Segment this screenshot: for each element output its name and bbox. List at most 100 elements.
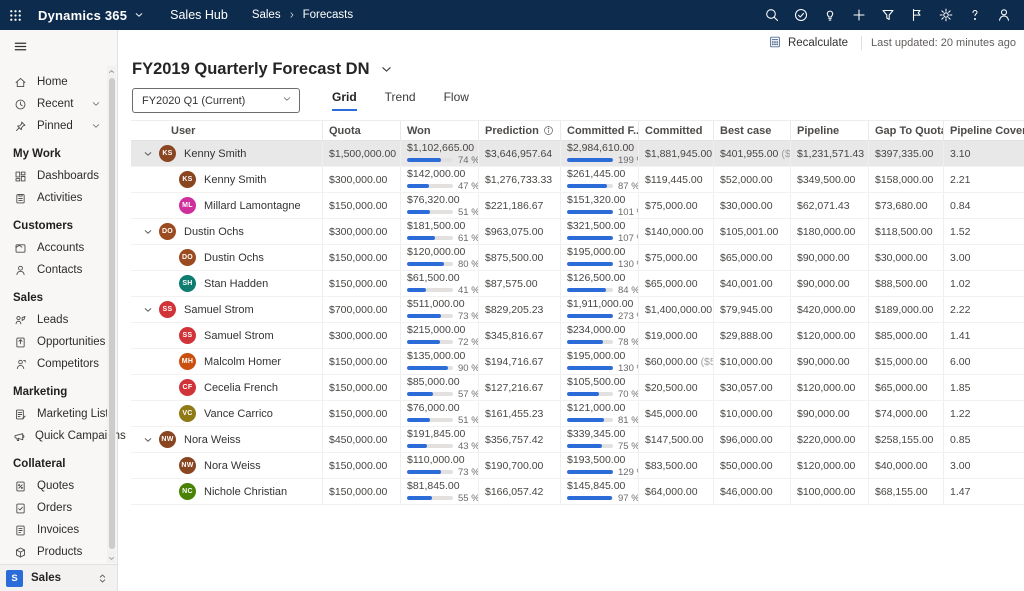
- committed-cell: $1,881,945.00($616: [639, 141, 714, 166]
- sidebar-item-quick-campaigns[interactable]: Quick Campaigns: [0, 425, 126, 447]
- column-header-best-case[interactable]: Best case: [714, 121, 791, 140]
- avatar: KS: [179, 171, 196, 188]
- accounts-icon: [13, 242, 28, 255]
- period-select[interactable]: FY2020 Q1 (Current): [132, 88, 300, 113]
- sidebar-item-dashboards[interactable]: Dashboards: [0, 165, 117, 187]
- row-expand-chevron-icon[interactable]: [143, 149, 153, 159]
- committed-forecast-cell: $145,845.00 97 %: [561, 479, 639, 504]
- area-label: Sales: [31, 572, 62, 584]
- sidebar-item-quotes[interactable]: Quotes: [0, 475, 117, 497]
- quota-cell: $150,000.00: [323, 271, 401, 296]
- scrollbar-thumb[interactable]: [108, 78, 115, 549]
- tab-trend[interactable]: Trend: [385, 90, 416, 111]
- column-header-committed[interactable]: Committed: [639, 121, 714, 140]
- table-row[interactable]: ML Millard Lamontagne $150,000.00 $76,320.0…: [131, 193, 1024, 219]
- sidebar-item-label: Pinned: [37, 120, 73, 132]
- add-icon[interactable]: [844, 0, 873, 30]
- orders-icon: [13, 502, 28, 515]
- table-row[interactable]: DO Dustin Ochs $150,000.00 $120,000.00 80 % $…: [131, 245, 1024, 271]
- column-header-pipeline[interactable]: Pipeline: [791, 121, 869, 140]
- hamburger-icon[interactable]: [0, 30, 117, 63]
- table-row[interactable]: NW Nora Weiss $150,000.00 $110,000.00 73 % $1…: [131, 453, 1024, 479]
- area-switch-icon[interactable]: [97, 573, 108, 584]
- table-row[interactable]: MH Malcolm Homer $150,000.00 $135,000.00 90 …: [131, 349, 1024, 375]
- table-row[interactable]: VC Vance Carrico $150,000.00 $76,000.00 51 %…: [131, 401, 1024, 427]
- table-row[interactable]: KS Kenny Smith $1,500,000.00 $1,102,665.00 7…: [131, 141, 1024, 167]
- sidebar-item-marketing-lists[interactable]: Marketing Lists: [0, 403, 117, 425]
- sidebar-item-label: Recent: [37, 98, 74, 110]
- chevron-down-icon[interactable]: [91, 99, 101, 109]
- table-row[interactable]: SH Stan Hadden $150,000.00 $61,500.00 41 % $8…: [131, 271, 1024, 297]
- sidebar-item-orders[interactable]: Orders: [0, 497, 117, 519]
- table-row[interactable]: DO Dustin Ochs $300,000.00 $181,500.00 61 % $…: [131, 219, 1024, 245]
- waffle-icon[interactable]: [0, 0, 30, 30]
- forecast-picker-chevron-icon[interactable]: [380, 63, 393, 76]
- sidebar-item-contacts[interactable]: Contacts: [0, 259, 117, 281]
- sidebar-item-competitors[interactable]: Competitors: [0, 353, 117, 375]
- progress-bar: [567, 314, 613, 318]
- progress-bar: [567, 236, 613, 240]
- table-row[interactable]: SS Samuel Strom $700,000.00 $511,000.00 73 %…: [131, 297, 1024, 323]
- column-header-pipeline-covera[interactable]: Pipeline Covera...: [944, 121, 1024, 140]
- table-row[interactable]: KS Kenny Smith $300,000.00 $142,000.00 47 % $…: [131, 167, 1024, 193]
- sidebar-item-invoices[interactable]: Invoices: [0, 519, 117, 541]
- user-name: Nichole Christian: [204, 485, 288, 498]
- sidebar-item-label: Invoices: [37, 524, 80, 536]
- committed-forecast-cell: $121,000.00 81 %: [561, 401, 639, 426]
- column-header-committed-f[interactable]: Committed F...: [561, 121, 639, 140]
- user-cell: NC Nichole Christian: [131, 479, 323, 504]
- gear-icon[interactable]: [931, 0, 960, 30]
- table-row[interactable]: NC Nichole Christian $150,000.00 $81,845.00…: [131, 479, 1024, 505]
- flag-icon[interactable]: [902, 0, 931, 30]
- chevron-down-icon[interactable]: [134, 10, 144, 20]
- sidebar-item-products[interactable]: Products: [0, 541, 117, 563]
- search-icon[interactable]: [757, 0, 786, 30]
- breadcrumb: Sales Forecasts: [252, 9, 353, 21]
- column-header-quota[interactable]: Quota: [323, 121, 401, 140]
- sidebar-item-recent[interactable]: Recent: [0, 93, 117, 115]
- progress-bar: [567, 496, 613, 500]
- check-circle-icon[interactable]: [786, 0, 815, 30]
- scroll-down-icon[interactable]: [107, 553, 116, 563]
- quota-cell: $300,000.00: [323, 167, 401, 192]
- table-row[interactable]: SS Samuel Strom $300,000.00 $215,000.00 72 %…: [131, 323, 1024, 349]
- area-switcher[interactable]: S Sales: [0, 564, 117, 591]
- lightbulb-icon[interactable]: [815, 0, 844, 30]
- progress-bar: [407, 470, 453, 474]
- pipeline-cell: $1,231,571.43: [791, 141, 869, 166]
- pipeline-coverage-cell: 1.22: [950, 407, 971, 420]
- sidebar-item-leads[interactable]: Leads: [0, 309, 117, 331]
- filter-icon[interactable]: [873, 0, 902, 30]
- table-row[interactable]: NW Nora Weiss $450,000.00 $191,845.00 43 % $3…: [131, 427, 1024, 453]
- chevron-down-icon[interactable]: [91, 121, 101, 131]
- sidebar-item-label: Activities: [37, 192, 83, 204]
- sidebar-item-home[interactable]: Home: [0, 71, 117, 93]
- sidebar-item-opportunities[interactable]: Opportunities: [0, 331, 117, 353]
- column-header-gap-to-quota[interactable]: Gap To Quota: [869, 121, 944, 140]
- scroll-up-icon[interactable]: [107, 66, 116, 76]
- tab-grid[interactable]: Grid: [332, 90, 357, 111]
- won-cell: $1,102,665.00 74 %: [401, 141, 479, 166]
- user-cell: DO Dustin Ochs: [131, 245, 323, 270]
- sidebar-item-accounts[interactable]: Accounts: [0, 237, 117, 259]
- column-header-won[interactable]: Won: [401, 121, 479, 140]
- table-row[interactable]: CF Cecelia French $150,000.00 $85,000.00 57 …: [131, 375, 1024, 401]
- sidebar-scrollbar[interactable]: [107, 66, 116, 563]
- breadcrumb-sales[interactable]: Sales: [252, 9, 281, 21]
- pipeline-cell: $90,000.00: [791, 245, 869, 270]
- tab-flow[interactable]: Flow: [444, 90, 469, 111]
- progress-bar: [407, 392, 453, 396]
- person-icon[interactable]: [989, 0, 1018, 30]
- breadcrumb-forecasts[interactable]: Forecasts: [303, 9, 354, 21]
- row-expand-chevron-icon[interactable]: [143, 305, 153, 315]
- column-header-user[interactable]: User: [131, 121, 323, 140]
- sidebar-item-activities[interactable]: Activities: [0, 187, 117, 209]
- quota-cell: $300,000.00: [323, 219, 401, 244]
- row-expand-chevron-icon[interactable]: [143, 227, 153, 237]
- row-expand-chevron-icon[interactable]: [143, 435, 153, 445]
- sidebar-item-pinned[interactable]: Pinned: [0, 115, 117, 137]
- committed-forecast-cell: $261,445.00 87 %: [561, 167, 639, 192]
- help-icon[interactable]: [960, 0, 989, 30]
- recalculate-button[interactable]: Recalculate: [764, 35, 852, 52]
- column-header-prediction[interactable]: Prediction: [479, 121, 561, 140]
